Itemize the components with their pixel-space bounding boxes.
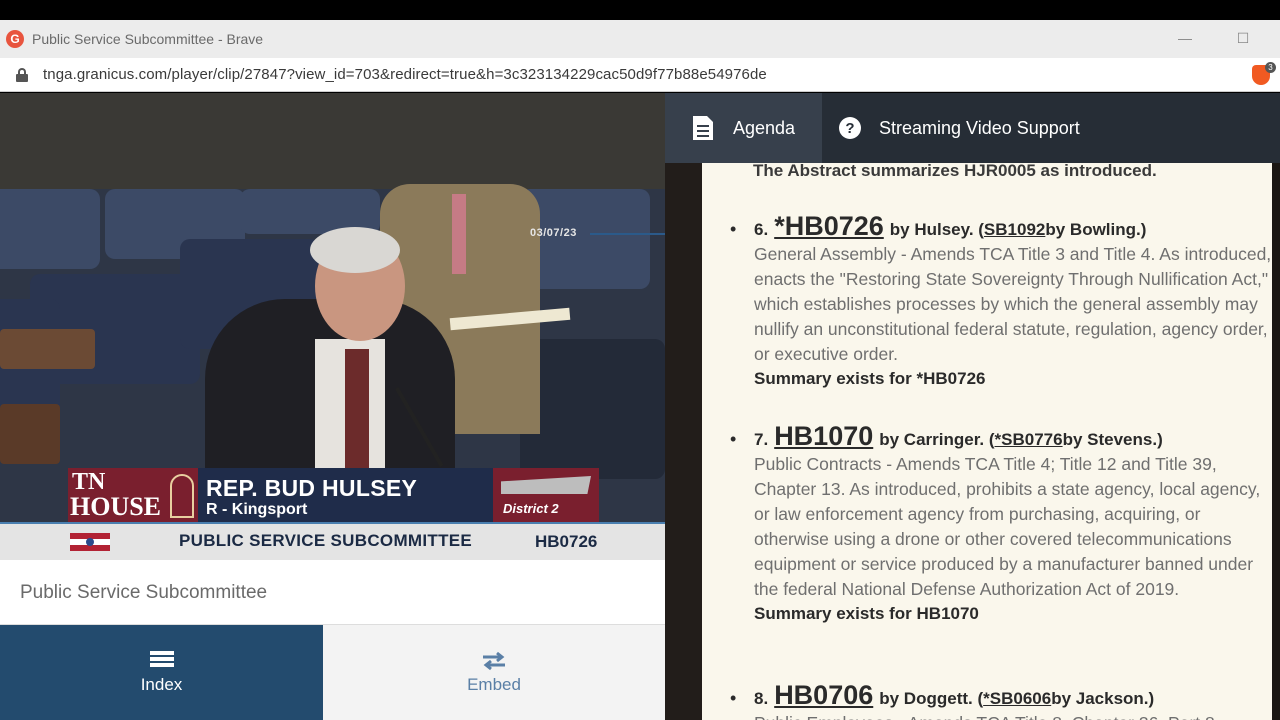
tab-embed[interactable]: Embed bbox=[323, 625, 665, 720]
window-title: Public Service Subcommittee - Brave bbox=[32, 31, 264, 47]
panel-scrollbar[interactable] bbox=[1272, 163, 1280, 720]
item-description: Public Employees - Amends TCA Title 8, C… bbox=[754, 711, 1272, 720]
granicus-favicon-icon: G bbox=[6, 30, 24, 48]
player-tabs: Index Embed bbox=[0, 625, 665, 720]
speaker-party: R - Kingsport bbox=[206, 501, 308, 518]
bill-link[interactable]: *HB0726 bbox=[774, 211, 884, 242]
speaker-name: REP. BUD HULSEY bbox=[206, 475, 418, 501]
video-player[interactable]: 03/07/23 TN HOUSE REP. BUD HULSEY R - Ki… bbox=[0, 93, 665, 560]
tab-index[interactable]: Index bbox=[0, 625, 323, 720]
swap-arrows-icon bbox=[481, 651, 507, 671]
maximize-icon[interactable]: ☐ bbox=[1233, 28, 1253, 48]
tab-streaming-support[interactable]: ? Streaming Video Support bbox=[835, 93, 1080, 163]
browser-titlebar: G Public Service Subcommittee - Brave — … bbox=[0, 20, 1280, 58]
item-summary: Summary exists for HB1070 bbox=[754, 604, 979, 623]
document-icon bbox=[693, 116, 713, 140]
tennessee-map-icon bbox=[501, 476, 591, 494]
item-summary: Summary exists for *HB0726 bbox=[754, 369, 986, 388]
clip-meta: Public Service Subcommittee bbox=[0, 560, 665, 625]
agenda-panel: Agenda ? Streaming Video Support The Abs… bbox=[665, 93, 1280, 720]
minimize-icon[interactable]: — bbox=[1175, 28, 1195, 48]
agenda-document[interactable]: The Abstract summarizes HJR0005 as intro… bbox=[702, 163, 1272, 720]
item-description: Public Contracts - Amends TCA Title 4; T… bbox=[754, 454, 1261, 599]
question-icon: ? bbox=[839, 117, 861, 139]
tab-agenda[interactable]: Agenda bbox=[665, 93, 822, 163]
tn-house-logo: TN HOUSE bbox=[68, 468, 198, 522]
clip-title: Public Service Subcommittee bbox=[20, 582, 268, 603]
panel-tabs: Agenda ? Streaming Video Support bbox=[665, 93, 1280, 163]
district-badge: District 2 bbox=[493, 468, 599, 522]
tn-flag-icon bbox=[70, 533, 110, 551]
video-date: 03/07/23 bbox=[530, 227, 577, 239]
shield-count-badge: 3 bbox=[1265, 62, 1276, 73]
senate-bill-link[interactable]: SB1092 bbox=[984, 220, 1045, 240]
bill-link[interactable]: HB1070 bbox=[774, 421, 873, 452]
speaker-lower-third: TN HOUSE REP. BUD HULSEY R - Kingsport D… bbox=[68, 468, 599, 522]
abstract-line: The Abstract summarizes HJR0005 as intro… bbox=[753, 163, 1157, 180]
capitol-icon bbox=[170, 474, 194, 518]
agenda-item: • 6. *HB0726 by Hulsey. ( SB1092 by Bowl… bbox=[730, 211, 1272, 391]
item-description: General Assembly - Amends TCA Title 3 an… bbox=[754, 244, 1272, 364]
list-icon bbox=[149, 650, 175, 671]
committee-name: PUBLIC SERVICE SUBCOMMITTEE bbox=[179, 531, 473, 550]
committee-bar: PUBLIC SERVICE SUBCOMMITTEE HB0726 bbox=[0, 522, 665, 560]
senate-bill-link[interactable]: *SB0606 bbox=[983, 689, 1051, 709]
agenda-item: • 8. HB0706 by Doggett. ( *SB0606 by Jac… bbox=[730, 680, 1270, 720]
url-text[interactable]: tnga.granicus.com/player/clip/27847?view… bbox=[43, 66, 767, 83]
screen-top-bar bbox=[0, 0, 1280, 20]
bill-link[interactable]: HB0706 bbox=[774, 680, 873, 711]
address-bar[interactable]: tnga.granicus.com/player/clip/27847?view… bbox=[0, 58, 1280, 92]
senate-bill-link[interactable]: *SB0776 bbox=[995, 430, 1063, 450]
current-bill: HB0726 bbox=[535, 532, 598, 551]
agenda-item: • 7. HB1070 by Carringer. ( *SB0776 by S… bbox=[730, 421, 1270, 626]
lock-icon[interactable] bbox=[16, 67, 28, 82]
